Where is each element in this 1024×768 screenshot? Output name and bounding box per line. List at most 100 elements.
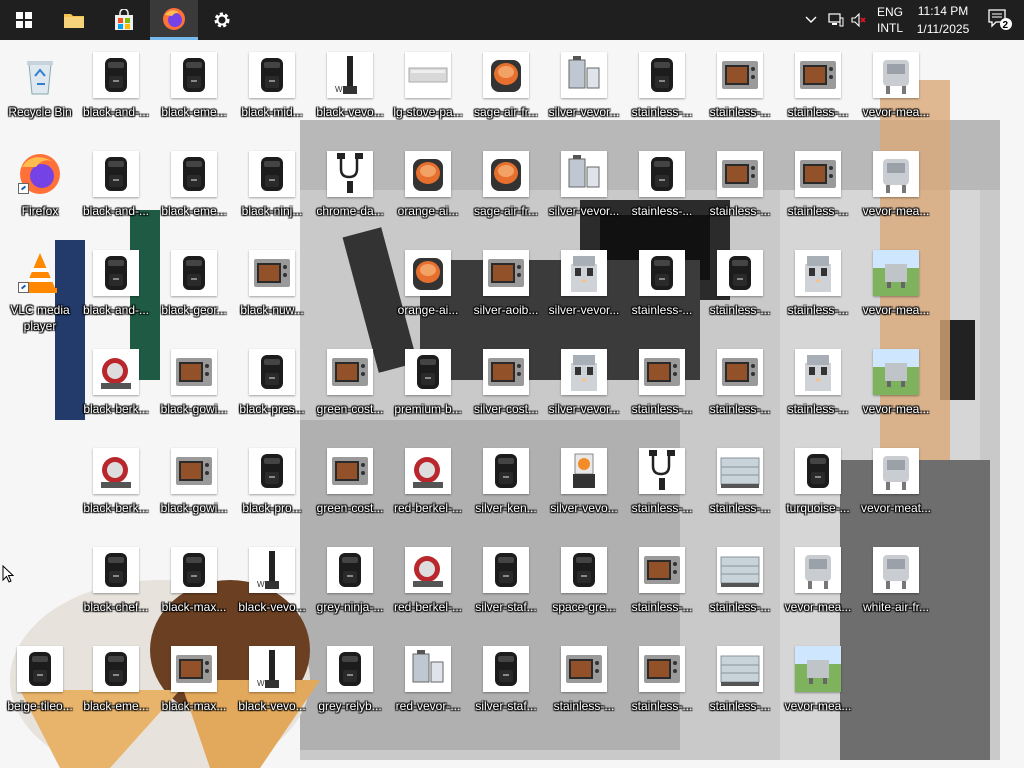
desktop-icon[interactable]: Recycle Bin bbox=[2, 46, 78, 142]
desktop-icon[interactable]: stainless-... bbox=[624, 46, 700, 142]
desktop-icon[interactable]: silver-vevor... bbox=[546, 46, 622, 142]
desktop-icon[interactable]: black-gowi... bbox=[156, 343, 232, 439]
desktop-icon[interactable]: stainless-... bbox=[780, 244, 856, 340]
desktop-icon[interactable]: silver-aoib... bbox=[468, 244, 544, 340]
desktop-icon[interactable]: white-air-fr... bbox=[858, 541, 934, 637]
desktop-icon[interactable]: stainless-... bbox=[624, 541, 700, 637]
desktop-icon[interactable]: vevor-mea... bbox=[858, 343, 934, 439]
desktop-icon[interactable]: black-pro... bbox=[234, 442, 310, 538]
desktop-icon[interactable]: turquoise-... bbox=[780, 442, 856, 538]
desktop-icon[interactable]: grey-ninja-... bbox=[312, 541, 388, 637]
desktop-icon[interactable]: stainless-... bbox=[702, 541, 778, 637]
desktop-icon[interactable]: red-berkel-... bbox=[390, 541, 466, 637]
desktop-icon[interactable]: black-geor... bbox=[156, 244, 232, 340]
desktop-icon[interactable]: silver-vevor... bbox=[546, 343, 622, 439]
desktop-icon[interactable]: space-gre... bbox=[546, 541, 622, 637]
desktop-icon[interactable]: stainless-... bbox=[702, 145, 778, 241]
start-button[interactable] bbox=[0, 0, 48, 40]
desktop-icon[interactable]: stainless-... bbox=[780, 145, 856, 241]
desktop-icon[interactable]: stainless-... bbox=[702, 244, 778, 340]
desktop-icon[interactable]: stainless-... bbox=[624, 442, 700, 538]
desktop-icon[interactable]: stainless-... bbox=[546, 640, 622, 736]
desktop-icon[interactable]: stainless-... bbox=[624, 145, 700, 241]
desktop-icon[interactable]: black-and-... bbox=[78, 145, 154, 241]
desktop-icon[interactable]: black-eme... bbox=[78, 640, 154, 736]
desktop-icon[interactable]: grey-relyb... bbox=[312, 640, 388, 736]
desktop-icon[interactable]: black-gowi... bbox=[156, 442, 232, 538]
clock-button[interactable]: 11:14 PM 1/11/2025 bbox=[908, 0, 978, 40]
desktop-icon[interactable]: lg-stove-pa... bbox=[390, 46, 466, 142]
desktop-icon[interactable]: silver-vevor... bbox=[546, 244, 622, 340]
desktop-icon[interactable]: black-berk... bbox=[78, 442, 154, 538]
desktop-icon[interactable]: black-mid... bbox=[234, 46, 310, 142]
desktop-icon[interactable]: premium-b... bbox=[390, 343, 466, 439]
desktop-icon[interactable]: sage-air-fr... bbox=[468, 145, 544, 241]
desktop-icon[interactable]: silver-vevor... bbox=[546, 145, 622, 241]
desktop-icon[interactable]: stainless-... bbox=[624, 244, 700, 340]
desktop-icon-label: white-air-fr... bbox=[862, 600, 929, 614]
desktop-icon[interactable]: black-max... bbox=[156, 640, 232, 736]
desktop-icon[interactable]: black-and-... bbox=[78, 244, 154, 340]
desktop-icon[interactable]: black-eme... bbox=[156, 145, 232, 241]
desktop-icon[interactable]: black-pres... bbox=[234, 343, 310, 439]
show-hidden-icons-button[interactable] bbox=[798, 0, 824, 40]
desktop-icon[interactable]: vevor-mea... bbox=[780, 541, 856, 637]
desktop-icon[interactable]: vevor-meat... bbox=[858, 442, 934, 538]
desktop-icon[interactable]: Firefox bbox=[2, 145, 78, 241]
desktop-icon[interactable]: black-chef... bbox=[78, 541, 154, 637]
desktop-icon[interactable]: silver-vevo... bbox=[546, 442, 622, 538]
desktop-icon[interactable]: vevor-mea... bbox=[858, 145, 934, 241]
firefox-taskbar-button[interactable] bbox=[150, 0, 198, 40]
desktop-icon[interactable]: red-berkel-... bbox=[390, 442, 466, 538]
desktop-icon[interactable]: beige-tileo... bbox=[2, 640, 78, 736]
desktop-icon[interactable]: stainless-... bbox=[702, 343, 778, 439]
desktop-icon[interactable]: red-vevor-... bbox=[390, 640, 466, 736]
desktop-icon[interactable]: stainless-... bbox=[702, 46, 778, 142]
desktop-icon[interactable]: black-max... bbox=[156, 541, 232, 637]
desktop-icon[interactable]: green-cost... bbox=[312, 442, 388, 538]
desktop-icon[interactable]: black-and-... bbox=[78, 46, 154, 142]
desktop-icon[interactable]: vevor-mea... bbox=[858, 46, 934, 142]
settings-button[interactable] bbox=[198, 0, 246, 40]
desktop-icon[interactable]: green-cost... bbox=[312, 343, 388, 439]
desktop-icon[interactable]: Wblack-vevo... bbox=[312, 46, 388, 142]
desktop-icon-label: vevor-mea... bbox=[784, 600, 852, 614]
mixer-thumbnail-icon bbox=[873, 448, 919, 494]
desktop-icon-label: black-chef... bbox=[83, 600, 149, 614]
desktop-icon[interactable]: VLC media player bbox=[2, 244, 78, 340]
airfryer-thumbnail-icon bbox=[561, 547, 607, 593]
desktop-icon[interactable]: Wblack-vevo... bbox=[234, 541, 310, 637]
desktop-icon[interactable]: orange-ai... bbox=[390, 244, 466, 340]
icecream-thumbnail-icon bbox=[561, 250, 607, 296]
desktop-icon[interactable]: vevor-mea... bbox=[780, 640, 856, 736]
desktop-icon[interactable]: stainless-... bbox=[624, 640, 700, 736]
microsoft-store-button[interactable] bbox=[100, 0, 148, 40]
input-language-button[interactable]: ENG INTL bbox=[872, 0, 908, 40]
desktop-icon[interactable]: stainless-... bbox=[780, 46, 856, 142]
desktop-icon[interactable]: black-nuw... bbox=[234, 244, 310, 340]
desktop-icon[interactable]: black-berk... bbox=[78, 343, 154, 439]
action-center-button[interactable]: 2 bbox=[982, 0, 1018, 40]
desktop-icon[interactable]: vevor-mea... bbox=[858, 244, 934, 340]
desktop-icon[interactable]: stainless-... bbox=[624, 343, 700, 439]
desktop-icon-label: black-vevo... bbox=[316, 105, 384, 119]
desktop-icon[interactable]: sage-air-fr... bbox=[468, 46, 544, 142]
desktop-icon[interactable]: orange-ai... bbox=[390, 145, 466, 241]
file-explorer-button[interactable] bbox=[50, 0, 98, 40]
desktop-icon[interactable]: silver-ken... bbox=[468, 442, 544, 538]
desktop-icon[interactable]: stainless-... bbox=[702, 442, 778, 538]
network-button[interactable] bbox=[824, 0, 848, 40]
desktop-icon-label: orange-ai... bbox=[397, 204, 459, 218]
volume-button[interactable] bbox=[848, 0, 870, 40]
desktop-icon[interactable]: silver-cost... bbox=[468, 343, 544, 439]
desktop-icon[interactable]: silver-staf... bbox=[468, 640, 544, 736]
desktop-icon-label: silver-vevor... bbox=[548, 204, 620, 218]
desktop-icon[interactable]: black-ninj... bbox=[234, 145, 310, 241]
desktop-icon[interactable]: stainless-... bbox=[780, 343, 856, 439]
desktop-icon[interactable]: silver-staf... bbox=[468, 541, 544, 637]
desktop-icon[interactable]: stainless-... bbox=[702, 640, 778, 736]
desktop-icon[interactable]: black-eme... bbox=[156, 46, 232, 142]
blender-thumbnail-icon: W bbox=[327, 52, 373, 98]
desktop-icon[interactable]: chrome-da... bbox=[312, 145, 388, 241]
desktop-icon[interactable]: Wblack-vevo... bbox=[234, 640, 310, 736]
